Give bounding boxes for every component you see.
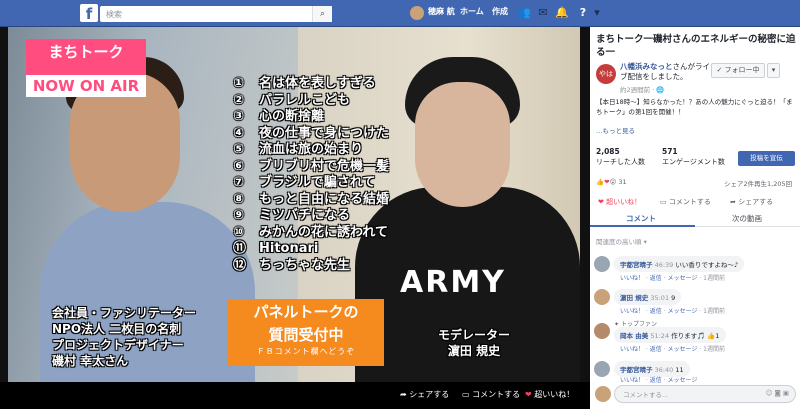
commenter-avatar[interactable] xyxy=(594,323,610,339)
comment-icon: ▭ xyxy=(462,390,473,399)
post-time: 約2週間前 · 🌐 xyxy=(620,86,665,94)
love-icon: ❤ xyxy=(525,390,535,399)
search-placeholder: 検索 xyxy=(106,10,122,19)
shirt-print: ARMY xyxy=(400,265,506,300)
comment-item: ✦ トップファン 岡本 由美 51:24 作ります🎵 👍1 いいね！ · 返信 … xyxy=(594,319,796,357)
topic-item: ① 名は体を表しすぎる xyxy=(233,76,376,91)
speaker-caption: 会社員・ファシリテーター NPO法人 二枚目の名刺 プロジェクトデザイナー 磯村… xyxy=(52,306,197,368)
comment-item: 濵田 規史 35:01 9 いいね！ · 返信 · メッセージ · 1週間前 xyxy=(594,289,796,319)
page-name-link[interactable]: 八幡浜みなっと xyxy=(620,62,673,71)
comment-item: 宇都宮晴子 46:39 いい香りですよね〜♪ いいね！ · 返信 · メッセージ… xyxy=(594,256,796,286)
emoji-camera-gif-icons[interactable]: ☺ ◙ ▣ xyxy=(766,389,789,397)
search-input[interactable]: 検索 ⌕ xyxy=(100,6,332,22)
user-avatar[interactable] xyxy=(410,6,424,20)
messenger-icon[interactable]: ✉ xyxy=(536,6,550,20)
help-icon[interactable]: ? xyxy=(576,6,590,20)
commenter-avatar[interactable] xyxy=(594,256,610,272)
video-comment-button[interactable]: ▭ コメントする xyxy=(462,389,520,400)
on-air-badge-status: NOW ON AIR xyxy=(26,75,146,97)
page-byline: 八幡浜みなっとさんがライブ配信をしました。 xyxy=(620,62,710,81)
tab-next-video[interactable]: 次の動画 xyxy=(732,213,762,224)
video-sidebar: まちトーク一磯村さんのエネルギーの秘密に迫る一 やはた 八幡浜みなっとさんがライ… xyxy=(590,27,800,409)
video-like-button[interactable]: ❤ 超いいね！ xyxy=(525,389,574,400)
tab-comments[interactable]: コメント xyxy=(626,213,656,224)
globe-icon: 🌐 xyxy=(656,86,665,94)
following-button[interactable]: ✓ フォロー中 xyxy=(711,63,765,78)
comment-button[interactable]: ▭ コメントする xyxy=(660,197,711,207)
topic-item: ⑧ もっと自由になる結婚 xyxy=(233,191,390,207)
search-icon[interactable]: ⌕ xyxy=(312,6,332,22)
topic-item: ⑫ ちっちゃな先生 xyxy=(233,257,351,273)
video-title: まちトーク一磯村さんのエネルギーの秘密に迫る一 xyxy=(596,34,796,58)
page-logo[interactable]: やはた xyxy=(596,64,616,98)
comment-input[interactable]: コメントする... ☺ ◙ ▣ xyxy=(595,385,796,403)
see-more-link[interactable]: …もっと見る xyxy=(596,125,635,135)
current-user-avatar xyxy=(595,386,611,402)
comment-bubble: 宇都宮晴子 46:39 いい香りですよね〜♪ xyxy=(614,256,745,272)
panel-talk-banner: パネルトークの 質問受付中 ＦＢコメント欄へどうぞ xyxy=(228,299,384,366)
profile-link[interactable]: 穂麻 航 xyxy=(428,6,455,17)
notifications-icon[interactable]: 🔔 xyxy=(555,6,569,20)
love-button[interactable]: ❤ 超いいね！ xyxy=(598,197,641,207)
comment-meta: いいね！ · 返信 · メッセージ · 1週間前 xyxy=(620,275,725,282)
moderator-face xyxy=(415,82,510,207)
topic-item: ③ 心の断捨離 xyxy=(233,109,325,124)
topic-item: ④ 夜の仕事で身につけた xyxy=(233,125,390,141)
menu-icon[interactable]: ▾ xyxy=(590,6,604,20)
create-link[interactable]: 作成 xyxy=(492,6,508,17)
comment-sort-dropdown[interactable]: 関連度の高い順 ▾ xyxy=(596,236,647,246)
share-button[interactable]: ➦ シェアする xyxy=(730,197,773,207)
topic-item: ⑦ ブラジルで騙されて xyxy=(233,175,376,190)
sidebar-tabs: コメント 次の動画 xyxy=(590,210,800,227)
post-description: 【本日18時〜】知らなかった！？あの人の魅力にぐっと迫る！「まちトーク」の第1回… xyxy=(596,98,793,116)
more-options-button[interactable]: ▾ xyxy=(767,63,780,78)
home-link[interactable]: ホーム xyxy=(460,6,484,17)
comment-item: 宇都宮晴子 36:40 11 いいね！ · 返信 · メッセージ xyxy=(594,361,796,384)
topic-item: ⑩ みかんの花に誘われて xyxy=(233,224,388,240)
comment-meta: いいね！ · 返信 · メッセージ · 1週間前 xyxy=(620,346,725,353)
top-navigation-bar: f 検索 ⌕ 穂麻 航 ホーム 作成 👥 ✉ 🔔 ? ▾ xyxy=(0,0,800,27)
active-tab-indicator xyxy=(590,225,695,227)
comment-bubble: 濵田 規史 35:01 9 xyxy=(614,289,682,305)
commenter-avatar[interactable] xyxy=(594,289,610,305)
topic-item: ⑥ ブリブリ村で危機一髪 xyxy=(233,158,390,174)
share-icon: ➦ xyxy=(400,390,410,399)
on-air-badge-title: まちトーク xyxy=(26,39,146,75)
comment-meta: いいね！ · 返信 · メッセージ xyxy=(620,377,698,384)
reach-stat: 2,085 リーチした人数 xyxy=(596,147,645,166)
facebook-logo[interactable]: f xyxy=(80,4,98,23)
moderator-caption: モデレーター 濵田 規史 xyxy=(438,328,511,358)
video-share-button[interactable]: ➦ シェアする xyxy=(400,389,449,400)
engagement-stat: 571 エンゲージメント数 xyxy=(662,147,725,166)
topic-list: ① 名は体を表しすぎる ② パラレルこども ③ 心の断捨離 ④ 夜の仕事で身につけた ⑤… xyxy=(233,72,390,273)
comment-meta: いいね！ · 返信 · メッセージ · 1週間前 xyxy=(620,308,725,315)
live-video-player[interactable]: ARMY まちトーク NOW ON AIR ① 名は体を表しすぎる ② パラレルこど… xyxy=(0,27,590,409)
reactions-summary[interactable]: 👍❤😮 31 シェア2件 再生1,205回 xyxy=(596,178,794,188)
reaction-icons: 👍 xyxy=(596,178,605,186)
comment-bubble: 岡本 由美 51:24 作ります🎵 👍1 xyxy=(614,327,726,343)
friends-icon[interactable]: 👥 xyxy=(517,6,531,20)
video-action-bar: ➦ シェアする ▭ コメントする ❤ 超いいね！ xyxy=(0,382,590,409)
commenter-avatar[interactable] xyxy=(594,361,610,377)
promote-post-button[interactable]: 投稿を宣伝 xyxy=(738,151,795,166)
